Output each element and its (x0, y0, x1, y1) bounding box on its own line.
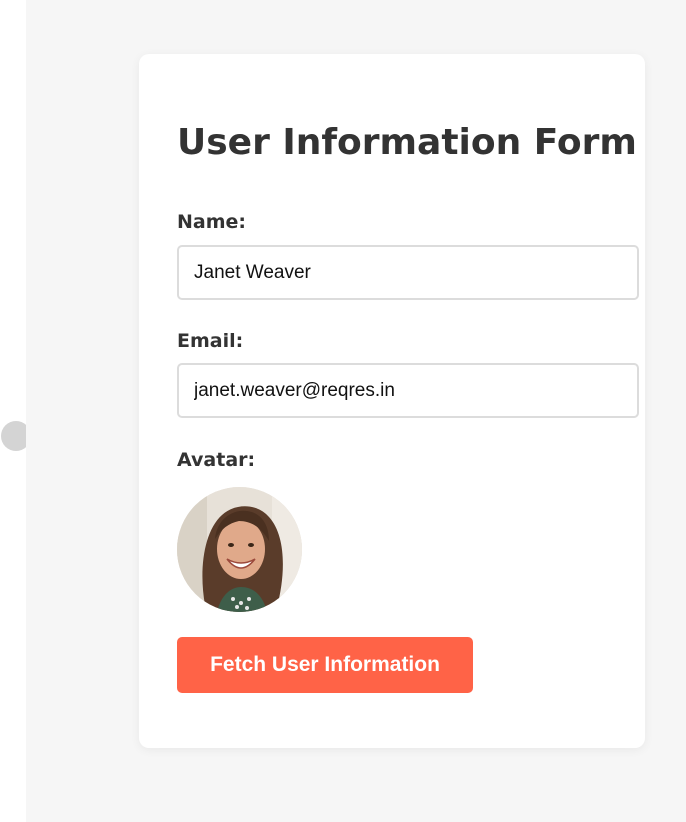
user-info-card: User Information Form Name: Email: Avata… (139, 54, 645, 748)
avatar-photo-icon (177, 487, 302, 612)
form-title: User Information Form (177, 122, 637, 163)
email-input[interactable] (177, 363, 639, 418)
page-background: User Information Form Name: Email: Avata… (26, 0, 686, 822)
avatar-image (177, 487, 302, 612)
name-input[interactable] (177, 245, 639, 300)
fetch-user-info-button[interactable]: Fetch User Information (177, 637, 473, 693)
avatar-label: Avatar: (177, 449, 256, 471)
name-label: Name: (177, 211, 247, 233)
email-label: Email: (177, 330, 244, 352)
